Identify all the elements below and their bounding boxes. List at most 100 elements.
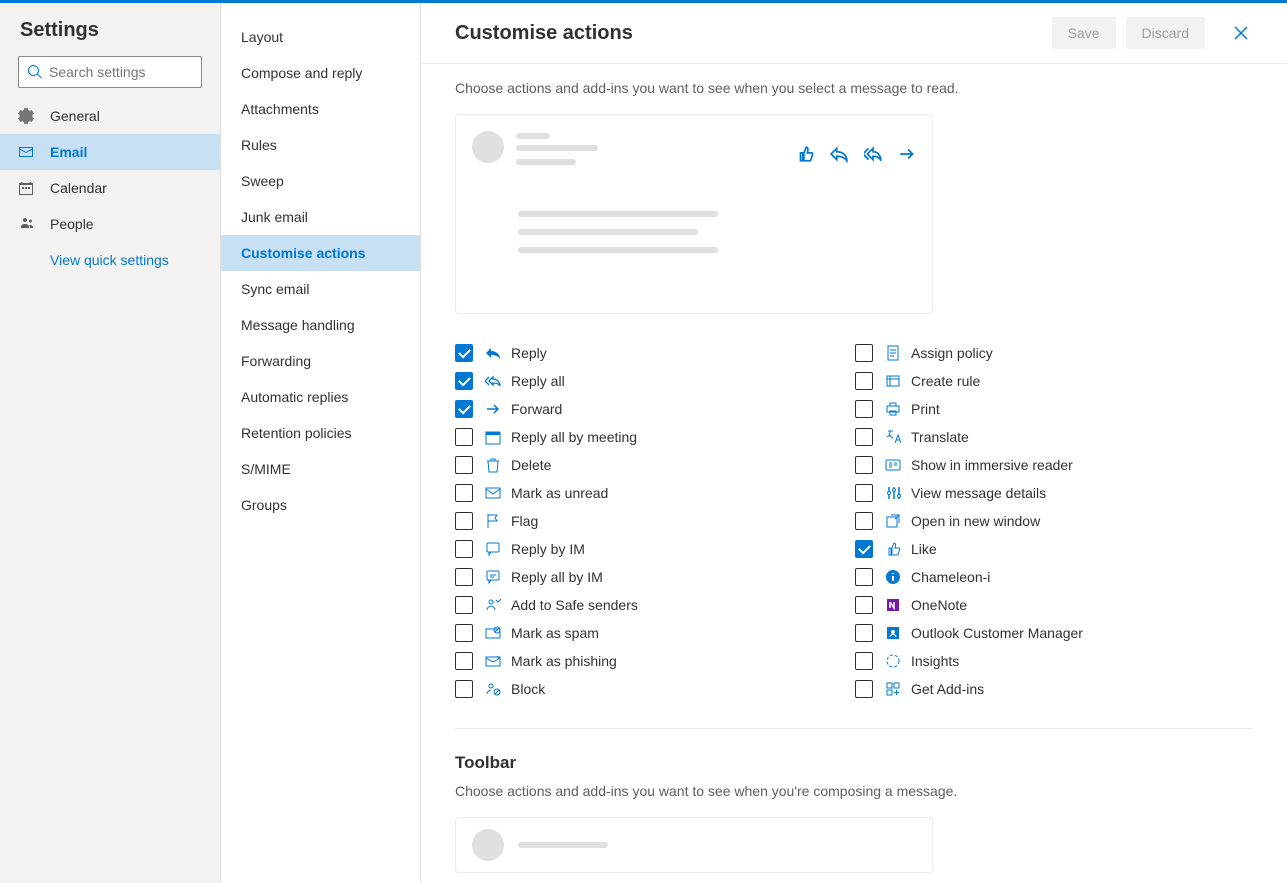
option-label: View message details [911, 485, 1046, 501]
checkbox-info[interactable] [855, 568, 873, 586]
checkbox-delete[interactable] [455, 456, 473, 474]
subnav-forwarding[interactable]: Forwarding [221, 343, 420, 379]
options-column-left: ReplyReply allForwardReply all by meetin… [455, 344, 795, 698]
checkbox-translate[interactable] [855, 428, 873, 446]
option-label: Forward [511, 401, 562, 417]
option-row: Reply by IM [455, 540, 795, 558]
nav-calendar[interactable]: Calendar [0, 170, 220, 206]
checkbox-ocm[interactable] [855, 624, 873, 642]
option-label: Reply all by IM [511, 569, 603, 585]
checkbox-insights[interactable] [855, 652, 873, 670]
search-input[interactable] [49, 64, 230, 80]
option-row: Open in new window [855, 512, 1195, 530]
subnav-compose[interactable]: Compose and reply [221, 55, 420, 91]
discard-button[interactable]: Discard [1126, 17, 1205, 49]
subnav-sync[interactable]: Sync email [221, 271, 420, 307]
settings-title: Settings [0, 3, 220, 56]
subnav-junk[interactable]: Junk email [221, 199, 420, 235]
checkbox-reply[interactable] [455, 344, 473, 362]
checkbox-policy[interactable] [855, 344, 873, 362]
checkbox-forward[interactable] [455, 400, 473, 418]
preview-avatar [472, 131, 504, 163]
option-row: Reply all by IM [455, 568, 795, 586]
safe-icon [485, 597, 501, 613]
save-button[interactable]: Save [1052, 17, 1116, 49]
option-row: Flag [455, 512, 795, 530]
checkbox-block[interactable] [455, 680, 473, 698]
view-quick-settings-link[interactable]: View quick settings [0, 242, 220, 278]
ocm-icon [885, 625, 901, 641]
option-label: Mark as unread [511, 485, 608, 501]
option-row: Insights [855, 652, 1195, 670]
subnav-customise-actions[interactable]: Customise actions [221, 235, 420, 271]
email-subnav: Layout Compose and reply Attachments Rul… [221, 3, 421, 883]
subnav-message-handling[interactable]: Message handling [221, 307, 420, 343]
calendar-icon [18, 180, 34, 196]
nav-general[interactable]: General [0, 98, 220, 134]
content-scroll[interactable]: Choose actions and add-ins you want to s… [421, 64, 1287, 883]
preview-line [516, 159, 576, 165]
main-panel: Customise actions Save Discard Choose ac… [421, 3, 1287, 883]
checkbox-window[interactable] [855, 512, 873, 530]
subnav-auto-replies[interactable]: Automatic replies [221, 379, 420, 415]
option-row: Outlook Customer Manager [855, 624, 1195, 642]
like-icon [796, 145, 814, 163]
search-settings-box[interactable] [18, 56, 202, 88]
subnav-layout[interactable]: Layout [221, 19, 420, 55]
forward-icon [485, 401, 501, 417]
subnav-sweep[interactable]: Sweep [221, 163, 420, 199]
reply-all-icon [485, 373, 501, 389]
checkbox-details[interactable] [855, 484, 873, 502]
checkbox-like[interactable] [855, 540, 873, 558]
checkbox-im-all[interactable] [455, 568, 473, 586]
subnav-retention[interactable]: Retention policies [221, 415, 420, 451]
page-header: Customise actions Save Discard [421, 3, 1287, 64]
checkbox-phishing[interactable] [455, 652, 473, 670]
checkbox-spam[interactable] [455, 624, 473, 642]
checkbox-onenote[interactable] [855, 596, 873, 614]
nav-label: General [50, 108, 100, 124]
option-row: OneNote [855, 596, 1195, 614]
details-icon [885, 485, 901, 501]
checkbox-im[interactable] [455, 540, 473, 558]
checkbox-print[interactable] [855, 400, 873, 418]
option-label: Add to Safe senders [511, 597, 638, 613]
subnav-groups[interactable]: Groups [221, 487, 420, 523]
subnav-attachments[interactable]: Attachments [221, 91, 420, 127]
option-label: Translate [911, 429, 969, 445]
options-column-right: Assign policyCreate rulePrintTranslateSh… [855, 344, 1195, 698]
checkbox-flag[interactable] [455, 512, 473, 530]
reply-icon [485, 345, 501, 361]
option-row: Block [455, 680, 795, 698]
subnav-rules[interactable]: Rules [221, 127, 420, 163]
option-label: Reply all by meeting [511, 429, 637, 445]
checkbox-reader[interactable] [855, 456, 873, 474]
option-row: Add to Safe senders [455, 596, 795, 614]
rule-icon [885, 373, 901, 389]
option-row: View message details [855, 484, 1195, 502]
checkbox-reply-all[interactable] [455, 372, 473, 390]
checkbox-mail[interactable] [455, 484, 473, 502]
checkbox-addins[interactable] [855, 680, 873, 698]
nav-people[interactable]: People [0, 206, 220, 242]
checkbox-safe[interactable] [455, 596, 473, 614]
close-button[interactable] [1225, 17, 1257, 49]
search-icon [27, 64, 43, 80]
nav-email[interactable]: Email [0, 134, 220, 170]
option-label: Insights [911, 653, 959, 669]
preview-line [518, 842, 608, 848]
checkbox-rule[interactable] [855, 372, 873, 390]
option-label: Print [911, 401, 940, 417]
subnav-smime[interactable]: S/MIME [221, 451, 420, 487]
preview-line [518, 211, 718, 217]
onenote-icon [885, 597, 901, 613]
option-row: Reply all by meeting [455, 428, 795, 446]
nav-label: Calendar [50, 180, 107, 196]
option-label: Get Add-ins [911, 681, 984, 697]
block-icon [485, 681, 501, 697]
window-icon [885, 513, 901, 529]
checkbox-calendar[interactable] [455, 428, 473, 446]
spam-icon [485, 625, 501, 641]
option-row: Mark as phishing [455, 652, 795, 670]
info-icon [885, 569, 901, 585]
